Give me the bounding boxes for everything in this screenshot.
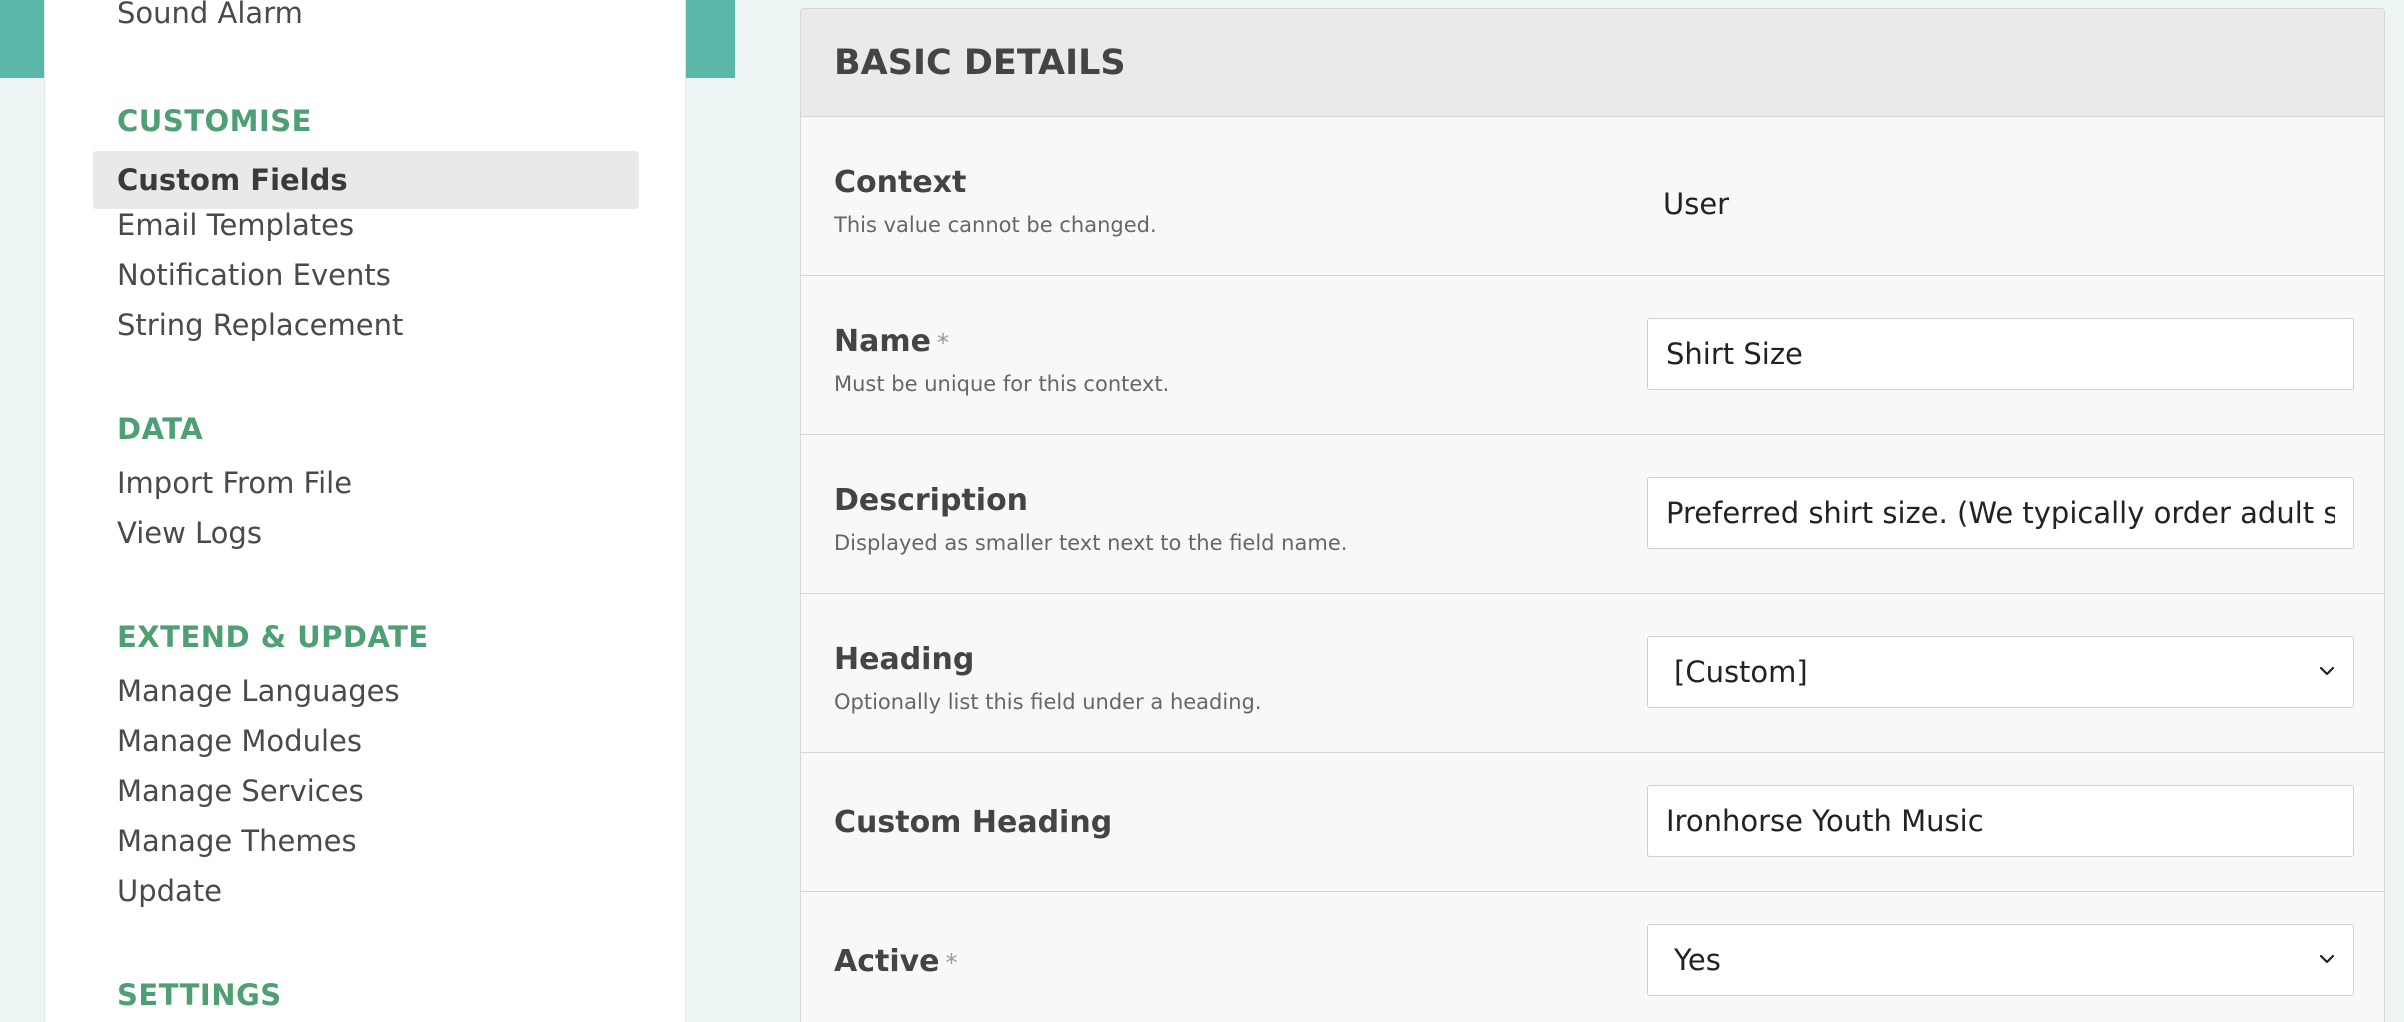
- name-label-text: Name: [834, 324, 931, 359]
- sidebar-section-data: DATA: [117, 412, 204, 446]
- context-row: Context This value cannot be changed. Us…: [801, 117, 2384, 276]
- heading-select-value: [Custom]: [1674, 655, 1808, 689]
- sidebar-item-manage-modules[interactable]: Manage Modules: [117, 724, 362, 758]
- context-value: User: [1663, 187, 1730, 221]
- sidebar-section-extend-update: EXTEND & UPDATE: [117, 620, 429, 654]
- sidebar-item-view-logs[interactable]: View Logs: [117, 516, 262, 550]
- active-label: Active *: [834, 944, 958, 979]
- heading-label: Heading: [834, 642, 975, 677]
- name-help-text: Must be unique for this context.: [834, 372, 1170, 396]
- description-input[interactable]: [1647, 477, 2354, 549]
- sidebar-item-sound-alarm[interactable]: Sound Alarm: [117, 0, 303, 30]
- sidebar-item-manage-services[interactable]: Manage Services: [117, 774, 364, 808]
- active-select[interactable]: Yes: [1647, 924, 2354, 996]
- sidebar-item-manage-themes[interactable]: Manage Themes: [117, 824, 357, 858]
- custom-heading-row: Custom Heading: [801, 753, 2384, 892]
- description-row: Description Displayed as smaller text ne…: [801, 435, 2384, 594]
- sidebar-item-manage-languages[interactable]: Manage Languages: [117, 674, 400, 708]
- panel-title: BASIC DETAILS: [801, 9, 2384, 117]
- active-select-value: Yes: [1674, 943, 1721, 977]
- active-row: Active * Yes: [801, 892, 2384, 1022]
- custom-heading-label: Custom Heading: [834, 805, 1113, 840]
- sidebar-item-email-templates[interactable]: Email Templates: [117, 208, 354, 242]
- chevron-down-icon: [2319, 666, 2335, 676]
- heading-row: Heading Optionally list this field under…: [801, 594, 2384, 753]
- sidebar-item-import-from-file[interactable]: Import From File: [117, 466, 352, 500]
- sidebar-item-notification-events[interactable]: Notification Events: [117, 258, 391, 292]
- context-help-text: This value cannot be changed.: [834, 213, 1157, 237]
- required-indicator: *: [945, 949, 958, 977]
- active-label-text: Active: [834, 944, 940, 979]
- heading-select[interactable]: [Custom]: [1647, 636, 2354, 708]
- chevron-down-icon: [2319, 954, 2335, 964]
- required-indicator: *: [936, 329, 949, 357]
- heading-help-text: Optionally list this field under a headi…: [834, 690, 1262, 714]
- name-input[interactable]: [1647, 318, 2354, 390]
- context-label: Context: [834, 165, 967, 200]
- name-row: Name * Must be unique for this context.: [801, 276, 2384, 435]
- sidebar: Sound Alarm CUSTOMISE Custom Fields Emai…: [44, 0, 686, 1022]
- sidebar-section-customise: CUSTOMISE: [117, 104, 312, 138]
- page: Sound Alarm CUSTOMISE Custom Fields Emai…: [0, 0, 2404, 1022]
- custom-heading-input[interactable]: [1647, 785, 2354, 857]
- sidebar-item-string-replacement[interactable]: String Replacement: [117, 308, 403, 342]
- sidebar-section-settings: SETTINGS: [117, 978, 282, 1012]
- description-help-text: Displayed as smaller text next to the fi…: [834, 531, 1348, 555]
- sidebar-item-custom-fields[interactable]: Custom Fields: [93, 151, 639, 209]
- name-label: Name *: [834, 324, 949, 359]
- basic-details-panel: BASIC DETAILS Context This value cannot …: [800, 8, 2385, 1022]
- sidebar-item-update[interactable]: Update: [117, 874, 222, 908]
- description-label: Description: [834, 483, 1029, 518]
